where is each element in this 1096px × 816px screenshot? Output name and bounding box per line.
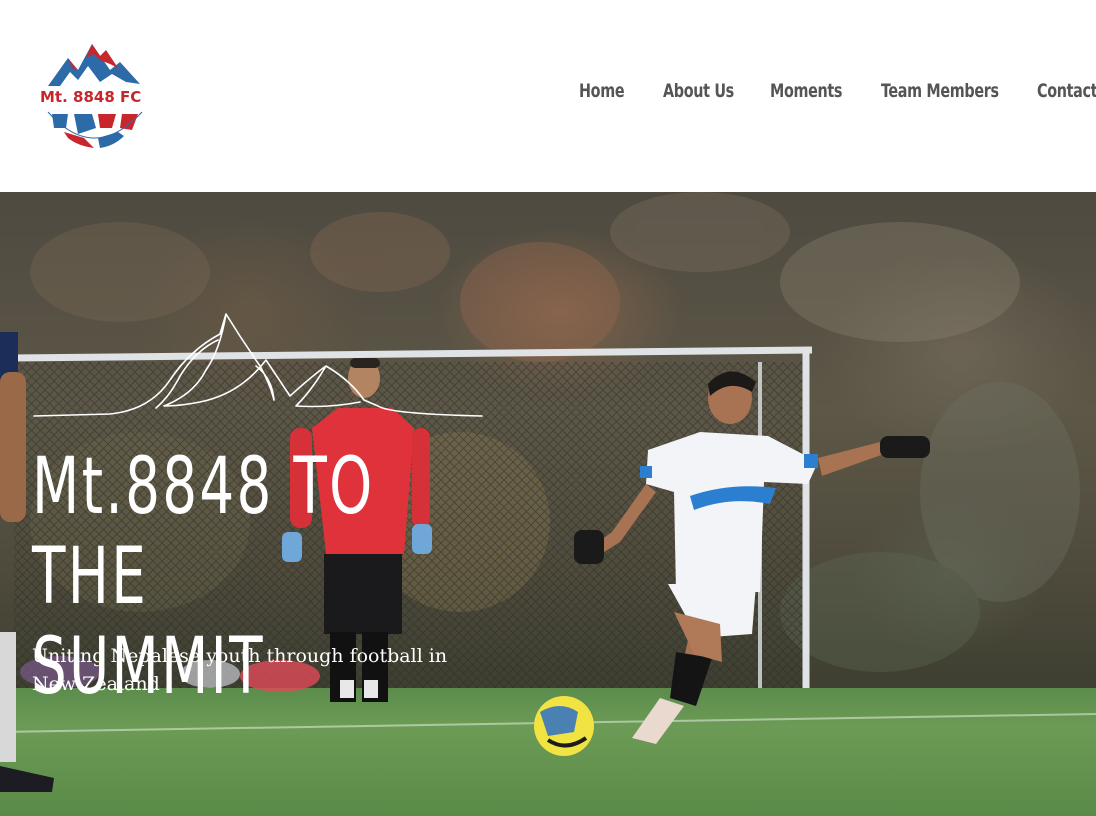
football: [534, 696, 594, 756]
nav-moments[interactable]: Moments: [770, 80, 842, 102]
nav-home[interactable]: Home: [579, 80, 625, 102]
mountain-outline-icon: [33, 313, 483, 417]
kicker-figure: [574, 371, 930, 744]
logo-text: Mt. 8848 FC: [40, 88, 141, 106]
hero-title-line-1: Mt.8848 TO THE: [32, 442, 375, 622]
hero-subtitle: Uniting Nepalese youth through football …: [32, 645, 448, 695]
site-header: Mt. 8848 FC Home About Us Moments Team M…: [0, 0, 1096, 192]
hero-banner: Mt.8848 TO THE SUMMIT Uniting Nepalese y…: [0, 192, 1096, 816]
nav-about-us[interactable]: About Us: [663, 80, 734, 102]
nav-team-members[interactable]: Team Members: [881, 80, 999, 102]
club-logo[interactable]: Mt. 8848 FC: [34, 36, 154, 154]
nav-contact[interactable]: Contact: [1037, 80, 1096, 102]
club-logo-icon: Mt. 8848 FC: [40, 44, 143, 148]
